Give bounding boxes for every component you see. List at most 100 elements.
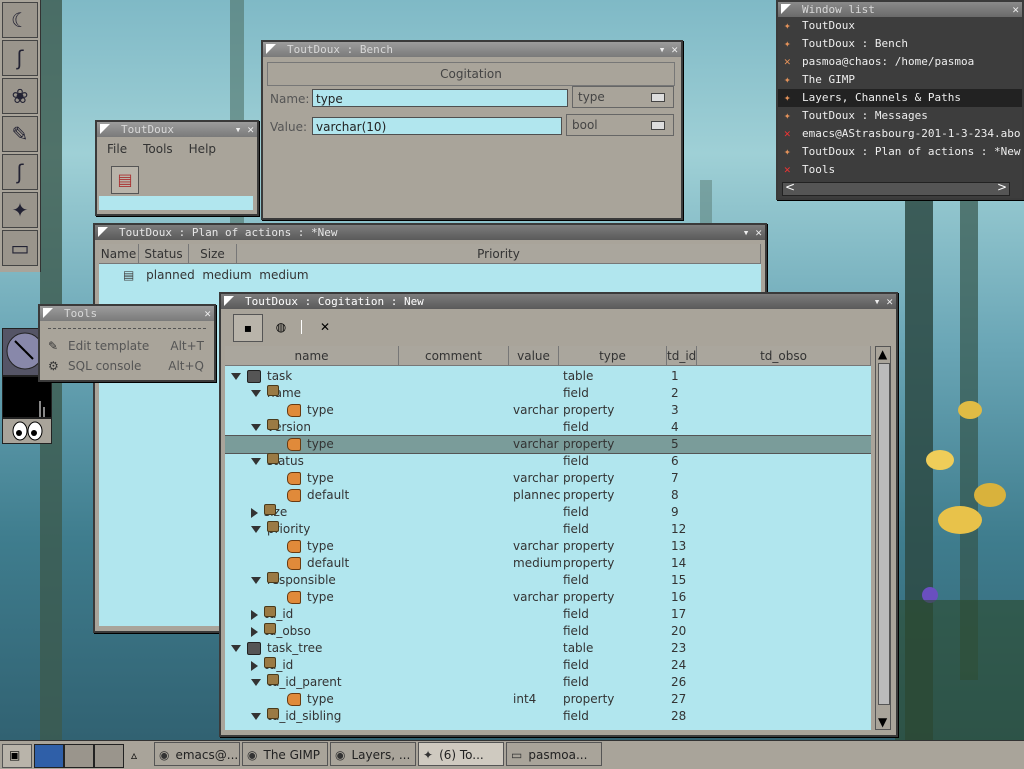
window-list-scrollbar[interactable]: < >	[782, 180, 1010, 196]
name-type-combo[interactable]: type	[572, 86, 674, 108]
name-field[interactable]: type	[312, 89, 568, 107]
minimize-icon[interactable]: ▾	[743, 226, 750, 239]
tools-titlebar[interactable]: Tools ✕	[40, 306, 214, 321]
window-list-item[interactable]: ✦ Layers, Channels & Paths	[778, 89, 1022, 107]
launcher-button[interactable]: ☾	[2, 2, 38, 38]
menu-file[interactable]: File	[107, 142, 127, 156]
scroll-thumb[interactable]	[878, 363, 890, 705]
expander-open-icon[interactable]	[251, 424, 261, 431]
window-list-item[interactable]: ✕ Tools	[778, 161, 1022, 179]
value-field[interactable]: varchar(10)	[312, 117, 562, 135]
plan-row[interactable]: ▤ planned medium medium	[123, 268, 309, 282]
toutdoux-titlebar[interactable]: ToutDoux ▾ ✕	[97, 122, 257, 137]
cogitation-column-header[interactable]: td_id	[667, 346, 697, 366]
tree-row[interactable]: td_id_sibling field 28	[225, 708, 871, 725]
expander-closed-icon[interactable]	[251, 660, 258, 671]
tearoff-line[interactable]	[48, 328, 206, 329]
plan-column-header[interactable]: Name	[99, 244, 139, 264]
workspace-1[interactable]	[34, 744, 64, 768]
launcher-button[interactable]: ʃ	[2, 40, 38, 76]
plan-column-header[interactable]: Size	[189, 244, 237, 264]
expander-closed-icon[interactable]	[251, 507, 258, 518]
tasklist-arrow[interactable]: ▵	[126, 744, 142, 766]
launcher-button[interactable]: ❀	[2, 78, 38, 114]
scroll-up-icon[interactable]: ▲	[878, 347, 887, 361]
cogitation-column-header[interactable]: name	[225, 346, 399, 366]
notebook-toolbar-button[interactable]: ▤	[111, 166, 139, 194]
main-menu-button[interactable]: ▣	[2, 744, 32, 768]
tools-menu-item[interactable]: ⚙ SQL console Alt+Q	[46, 356, 210, 376]
taskbar-task[interactable]: ▭ pasmoa...	[506, 742, 602, 766]
menu-help[interactable]: Help	[189, 142, 216, 156]
tree-row[interactable]: priority field 12	[225, 521, 871, 538]
window-list-item[interactable]: ✦ ToutDoux : Messages	[778, 107, 1022, 125]
tree-row[interactable]: size field 9	[225, 504, 871, 521]
delete-button[interactable]: ✕	[315, 314, 335, 340]
scroll-down-icon[interactable]: ▼	[878, 715, 887, 729]
field-button[interactable]: ◍	[269, 314, 293, 340]
scroll-right-icon[interactable]: >	[997, 180, 1007, 194]
expander-open-icon[interactable]	[231, 373, 241, 380]
expander-open-icon[interactable]	[231, 645, 241, 652]
expander-closed-icon[interactable]	[251, 609, 258, 620]
launcher-button[interactable]: ✦	[2, 192, 38, 228]
close-icon[interactable]: ✕	[247, 123, 254, 136]
tree-row[interactable]: type varchar property 3	[225, 402, 871, 419]
cogitation-column-header[interactable]: comment	[399, 346, 509, 366]
window-list-item[interactable]: ✦ ToutDoux : Plan of actions : *New	[778, 143, 1022, 161]
expander-open-icon[interactable]	[251, 679, 261, 686]
close-icon[interactable]: ✕	[755, 226, 762, 239]
tree-row[interactable]: name field 2	[225, 385, 871, 402]
minimize-icon[interactable]: ▾	[235, 123, 242, 136]
expander-open-icon[interactable]	[251, 577, 261, 584]
expander-open-icon[interactable]	[251, 713, 261, 720]
tree-row[interactable]: td_id_parent field 26	[225, 674, 871, 691]
tree-row[interactable]: default medium property 14	[225, 555, 871, 572]
tree-row[interactable]: td_id field 24	[225, 657, 871, 674]
bench-titlebar[interactable]: ToutDoux : Bench ▾ ✕	[263, 42, 681, 57]
window-list-item[interactable]: ✦ ToutDoux : Bench	[778, 35, 1022, 53]
tools-menu-item[interactable]: ✎ Edit template Alt+T	[46, 336, 210, 356]
tree-row[interactable]: task table 1	[225, 368, 871, 385]
tree-row[interactable]: td_obso field 20	[225, 623, 871, 640]
expander-open-icon[interactable]	[251, 390, 261, 397]
tree-row[interactable]: type varchar property 7	[225, 470, 871, 487]
minimize-icon[interactable]: ▾	[659, 43, 666, 56]
taskbar-task[interactable]: ✦ (6) To...	[418, 742, 504, 766]
tree-row[interactable]: type varchar property 5	[225, 435, 871, 454]
workspace-3[interactable]	[94, 744, 124, 768]
tree-row[interactable]: default plannec property 8	[225, 487, 871, 504]
cogitation-column-header[interactable]: td_obso	[697, 346, 871, 366]
tree-row[interactable]: type varchar property 16	[225, 589, 871, 606]
window-list-item[interactable]: ✦ The GIMP	[778, 71, 1022, 89]
expander-open-icon[interactable]	[251, 458, 261, 465]
tree-row[interactable]: responsible field 15	[225, 572, 871, 589]
plan-column-header[interactable]: Status	[139, 244, 189, 264]
tree-row[interactable]: td_id field 17	[225, 606, 871, 623]
close-icon[interactable]: ✕	[204, 307, 211, 320]
value-type-combo[interactable]: bool	[566, 114, 674, 136]
taskbar-task[interactable]: ◉ emacs@...	[154, 742, 240, 766]
close-icon[interactable]: ✕	[1012, 3, 1019, 16]
taskbar-task[interactable]: ◉ The GIMP	[242, 742, 328, 766]
tree-row[interactable]: type int4 property 27	[225, 691, 871, 708]
tree-row[interactable]: task_tree table 23	[225, 640, 871, 657]
expander-open-icon[interactable]	[251, 526, 261, 533]
close-icon[interactable]: ✕	[671, 43, 678, 56]
launcher-button[interactable]: ✎	[2, 116, 38, 152]
launcher-button[interactable]: ▭	[2, 230, 38, 266]
taskbar-task[interactable]: ◉ Layers, ...	[330, 742, 416, 766]
cogitation-column-header[interactable]: value	[509, 346, 559, 366]
tree-row[interactable]: version field 4	[225, 419, 871, 436]
cogitation-scrollbar[interactable]: ▲ ▼	[875, 346, 891, 730]
launcher-button[interactable]: ʃ	[2, 154, 38, 190]
tree-row[interactable]: status field 6	[225, 453, 871, 470]
window-list-titlebar[interactable]: Window list ✕	[778, 2, 1022, 17]
tree-row[interactable]: type varchar property 13	[225, 538, 871, 555]
cogitation-column-header[interactable]: type	[559, 346, 667, 366]
plan-column-header[interactable]: Priority	[237, 244, 761, 264]
cogitation-titlebar[interactable]: ToutDoux : Cogitation : New ▾ ✕	[221, 294, 896, 309]
scroll-left-icon[interactable]: <	[785, 180, 795, 194]
expander-closed-icon[interactable]	[251, 626, 258, 637]
window-list-item[interactable]: ✦ ToutDoux	[778, 17, 1022, 35]
